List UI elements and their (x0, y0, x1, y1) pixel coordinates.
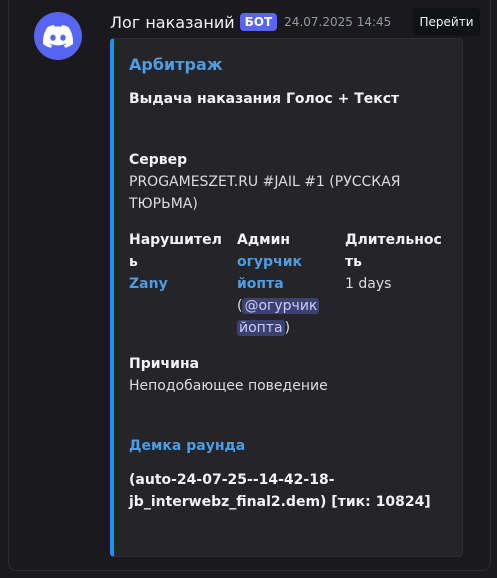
admin-link-line1[interactable]: огурчик (237, 251, 342, 273)
field-admin: Админ огурчик йопта (@огурчик йопта) (237, 229, 342, 339)
field-server-name: Сервер (129, 152, 188, 168)
goto-button[interactable]: Перейти (413, 8, 480, 36)
field-duration-name-line2: ть (345, 254, 362, 270)
field-reason-name: Причина (129, 356, 200, 372)
violator-link[interactable]: Zany (129, 273, 234, 295)
admin-link-line2[interactable]: йопта (237, 273, 342, 295)
demo-value-line2: jb_interwebz_final2.dem) [тик: 10824] (129, 494, 431, 510)
embed-title: Выдача наказания Голос + Текст (129, 91, 400, 107)
field-violator-name-line1: Нарушител (129, 232, 222, 248)
field-violator-name-line2: ь (129, 254, 138, 270)
author-name[interactable]: Лог наказаний (110, 13, 235, 32)
avatar[interactable] (34, 12, 82, 60)
admin-mention-cont[interactable]: йопта (237, 320, 285, 336)
field-violator: Нарушител ь Zany (129, 229, 234, 295)
demo-link[interactable]: Демка раунда (129, 435, 455, 457)
field-reason: Причина Неподобающее поведение (129, 353, 455, 397)
discord-logo-icon (43, 24, 73, 48)
admin-mention-line2: йопта) (237, 317, 342, 339)
field-demo: Демка раунда (129, 435, 455, 457)
field-admin-name: Админ (237, 232, 291, 248)
message-header: Лог наказаний БОТ 24.07.2025 14:45 (110, 10, 391, 34)
timestamp: 24.07.2025 14:45 (284, 15, 392, 29)
embed-author[interactable]: Арбитраж (129, 55, 223, 74)
admin-mention-line1: (@огурчик (237, 295, 342, 317)
field-duration-name-line1: Длительнос (345, 232, 442, 248)
bot-tag: БОТ (239, 13, 278, 31)
demo-value-line1: (auto-24-07-25--14-42-18- (129, 472, 335, 488)
admin-mention[interactable]: @огурчик (242, 298, 320, 314)
field-duration-value: 1 days (345, 276, 392, 292)
mention-close-paren: ) (284, 320, 291, 336)
embed: Арбитраж Выдача наказания Голос + Текст … (110, 38, 463, 557)
field-reason-value: Неподобающее поведение (129, 378, 328, 394)
field-server: Сервер PROGAMESZET.RU #JAIL #1 (РУССКАЯ … (129, 149, 455, 215)
field-server-value-line2: ТЮРЬМА) (129, 196, 198, 212)
field-server-value-line1: PROGAMESZET.RU #JAIL #1 (РУССКАЯ (129, 174, 401, 190)
field-demo-value: (auto-24-07-25--14-42-18- jb_interwebz_f… (129, 469, 455, 513)
field-duration: Длительнос ть 1 days (345, 229, 455, 295)
